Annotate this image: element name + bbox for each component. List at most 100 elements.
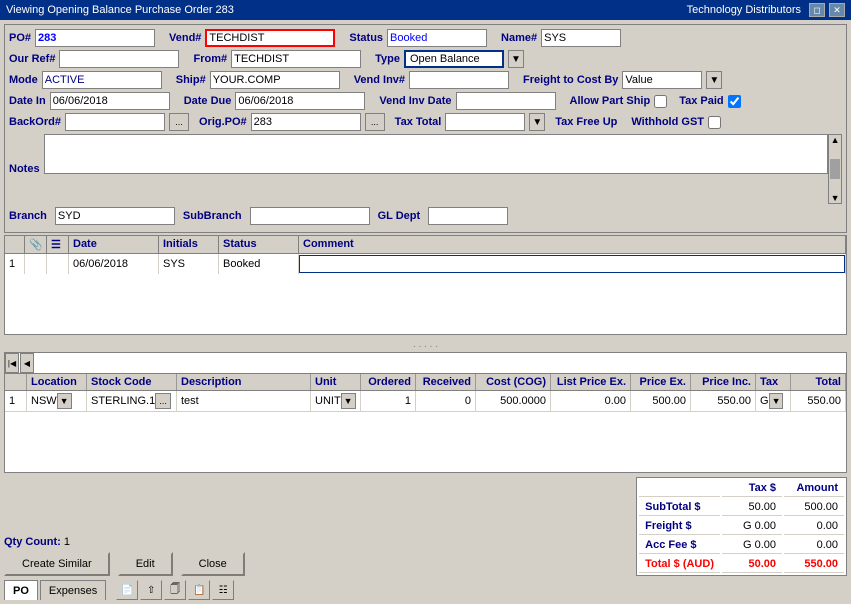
unit-dropdown-1[interactable]: ▼ — [341, 393, 356, 409]
type-label: Type — [375, 53, 400, 65]
form-row-4: Date In Date Due Vend Inv Date Allow Par… — [9, 92, 842, 110]
form-row-5: BackOrd# ... Orig.PO# ... Tax Total ▼ Ta… — [9, 113, 842, 131]
dg-price-inc-1: 550.00 — [691, 391, 756, 411]
freight-input[interactable] — [622, 71, 702, 89]
flag-icon: ☰ — [51, 239, 61, 251]
dg-col-cost: Cost (COG) — [476, 374, 551, 390]
col-status: Status — [219, 236, 299, 253]
allow-part-ship-checkbox[interactable] — [654, 95, 667, 108]
status-1: Booked — [219, 254, 299, 274]
copy-icon[interactable]: 🗍 — [164, 580, 186, 600]
acc-fee-tax-value: 0.00 — [755, 539, 776, 551]
acc-fee-type-value: G — [743, 539, 752, 551]
col-row-num — [5, 236, 25, 253]
location-dropdown-1[interactable]: ▼ — [57, 393, 72, 409]
qty-count-value: 1 — [64, 536, 70, 548]
orig-po-input[interactable] — [251, 113, 361, 131]
summary-right: Tax $ Amount SubTotal $ 50.00 500.00 Fre… — [636, 477, 847, 576]
ship-input[interactable] — [210, 71, 340, 89]
branch-input[interactable] — [55, 207, 175, 225]
comment-row-1: 1 06/06/2018 SYS Booked — [5, 254, 846, 274]
comments-grid-header: 📎 ☰ Date Initials Status Comment — [5, 236, 846, 254]
date-in-input[interactable] — [50, 92, 170, 110]
acc-fee-row: Acc Fee $ G 0.00 0.00 — [639, 537, 844, 554]
initials-1: SYS — [159, 254, 219, 274]
po-input[interactable] — [35, 29, 155, 47]
freight-type: G 0.00 — [722, 518, 782, 535]
tab-po[interactable]: PO — [4, 580, 38, 600]
restore-button[interactable]: ◻ — [809, 3, 825, 17]
vend-inv-date-label: Vend Inv Date — [379, 95, 451, 107]
create-similar-button[interactable]: Create Similar — [4, 552, 110, 576]
comment-input-1[interactable] — [299, 255, 845, 273]
close-button[interactable]: Close — [181, 552, 245, 576]
subbranch-input[interactable] — [250, 207, 370, 225]
vend-label: Vend# — [169, 32, 201, 44]
dg-cost-1: 500.0000 — [476, 391, 551, 411]
nav-arrows: |◀ ◀ — [5, 353, 34, 373]
notes-textarea[interactable] — [44, 134, 829, 174]
prev-row-button[interactable]: ◀ — [20, 353, 34, 373]
dg-col-num — [5, 374, 27, 390]
type-input[interactable] — [404, 50, 504, 68]
status-input[interactable] — [387, 29, 487, 47]
dg-col-location: Location — [27, 374, 87, 390]
comments-grid: 📎 ☰ Date Initials Status Comment 1 06/06… — [4, 235, 847, 335]
mode-input[interactable] — [42, 71, 162, 89]
subtotal-amount: 500.00 — [784, 499, 844, 516]
tax-total-input[interactable] — [445, 113, 525, 131]
name-label: Name# — [501, 32, 537, 44]
row-num-1: 1 — [5, 254, 25, 274]
tax-total-dropdown[interactable]: ▼ — [529, 113, 545, 131]
backord-ellipsis[interactable]: ... — [169, 113, 189, 131]
tax-dropdown-1[interactable]: ▼ — [769, 393, 784, 409]
dg-unit-1: UNIT ▼ — [311, 391, 361, 411]
date-due-input[interactable] — [235, 92, 365, 110]
name-input[interactable] — [541, 29, 621, 47]
dg-price-ex-1: 500.00 — [631, 391, 691, 411]
from-input[interactable] — [231, 50, 361, 68]
tab-expenses[interactable]: Expenses — [40, 580, 106, 600]
vend-inv-label: Vend Inv# — [354, 74, 405, 86]
dg-col-desc: Description — [177, 374, 311, 390]
tax-paid-checkbox[interactable] — [728, 95, 741, 108]
our-ref-input[interactable] — [59, 50, 179, 68]
subtotal-tax: 50.00 — [722, 499, 782, 516]
bottom-buttons: Create Similar Edit Close — [4, 552, 245, 576]
subtotal-row: SubTotal $ 50.00 500.00 — [639, 499, 844, 516]
form-row-notes: Notes ▲ ▼ — [9, 134, 842, 204]
type-dropdown[interactable]: ▼ — [508, 50, 524, 68]
notes-scrollbar[interactable]: ▲ ▼ — [828, 134, 842, 204]
allow-part-ship-label: Allow Part Ship — [570, 95, 651, 107]
window-title: Viewing Opening Balance Purchase Order 2… — [6, 4, 234, 16]
comment-1[interactable] — [299, 254, 846, 274]
backord-input[interactable] — [65, 113, 165, 131]
orig-po-label: Orig.PO# — [199, 116, 247, 128]
first-row-button[interactable]: |◀ — [5, 353, 19, 373]
stock-ellipsis-1[interactable]: ... — [155, 393, 171, 409]
upload-icon[interactable]: ⇧ — [140, 580, 162, 600]
withhold-gst-checkbox[interactable] — [708, 116, 721, 129]
gl-dept-input[interactable] — [428, 207, 508, 225]
branch-row: Branch SubBranch GL Dept — [9, 207, 842, 225]
close-window-button[interactable]: ✕ — [829, 3, 845, 17]
paste-icon[interactable]: 📋 — [188, 580, 210, 600]
vend-inv-input[interactable] — [409, 71, 509, 89]
freight-dropdown[interactable]: ▼ — [706, 71, 722, 89]
vend-inv-date-input[interactable] — [456, 92, 556, 110]
vend-input[interactable] — [205, 29, 335, 47]
dg-stock-1: STERLING.1 ... — [87, 391, 177, 411]
form-row-2: Our Ref# From# Type ▼ — [9, 50, 842, 68]
freight-sum-label: Freight $ — [639, 518, 720, 535]
orig-po-ellipsis[interactable]: ... — [365, 113, 385, 131]
grid-icon[interactable]: ☷ — [212, 580, 234, 600]
total-tax: 50.00 — [722, 556, 782, 573]
summary-table: Tax $ Amount SubTotal $ 50.00 500.00 Fre… — [636, 477, 847, 576]
data-grid-nav: |◀ ◀ — [5, 353, 846, 373]
dg-col-price-inc: Price Inc. — [691, 374, 756, 390]
edit-button[interactable]: Edit — [118, 552, 173, 576]
dg-col-unit: Unit — [311, 374, 361, 390]
paperclip-icon: 📎 — [29, 239, 43, 251]
date-1: 06/06/2018 — [69, 254, 159, 274]
document-icon[interactable]: 📄 — [116, 580, 138, 600]
